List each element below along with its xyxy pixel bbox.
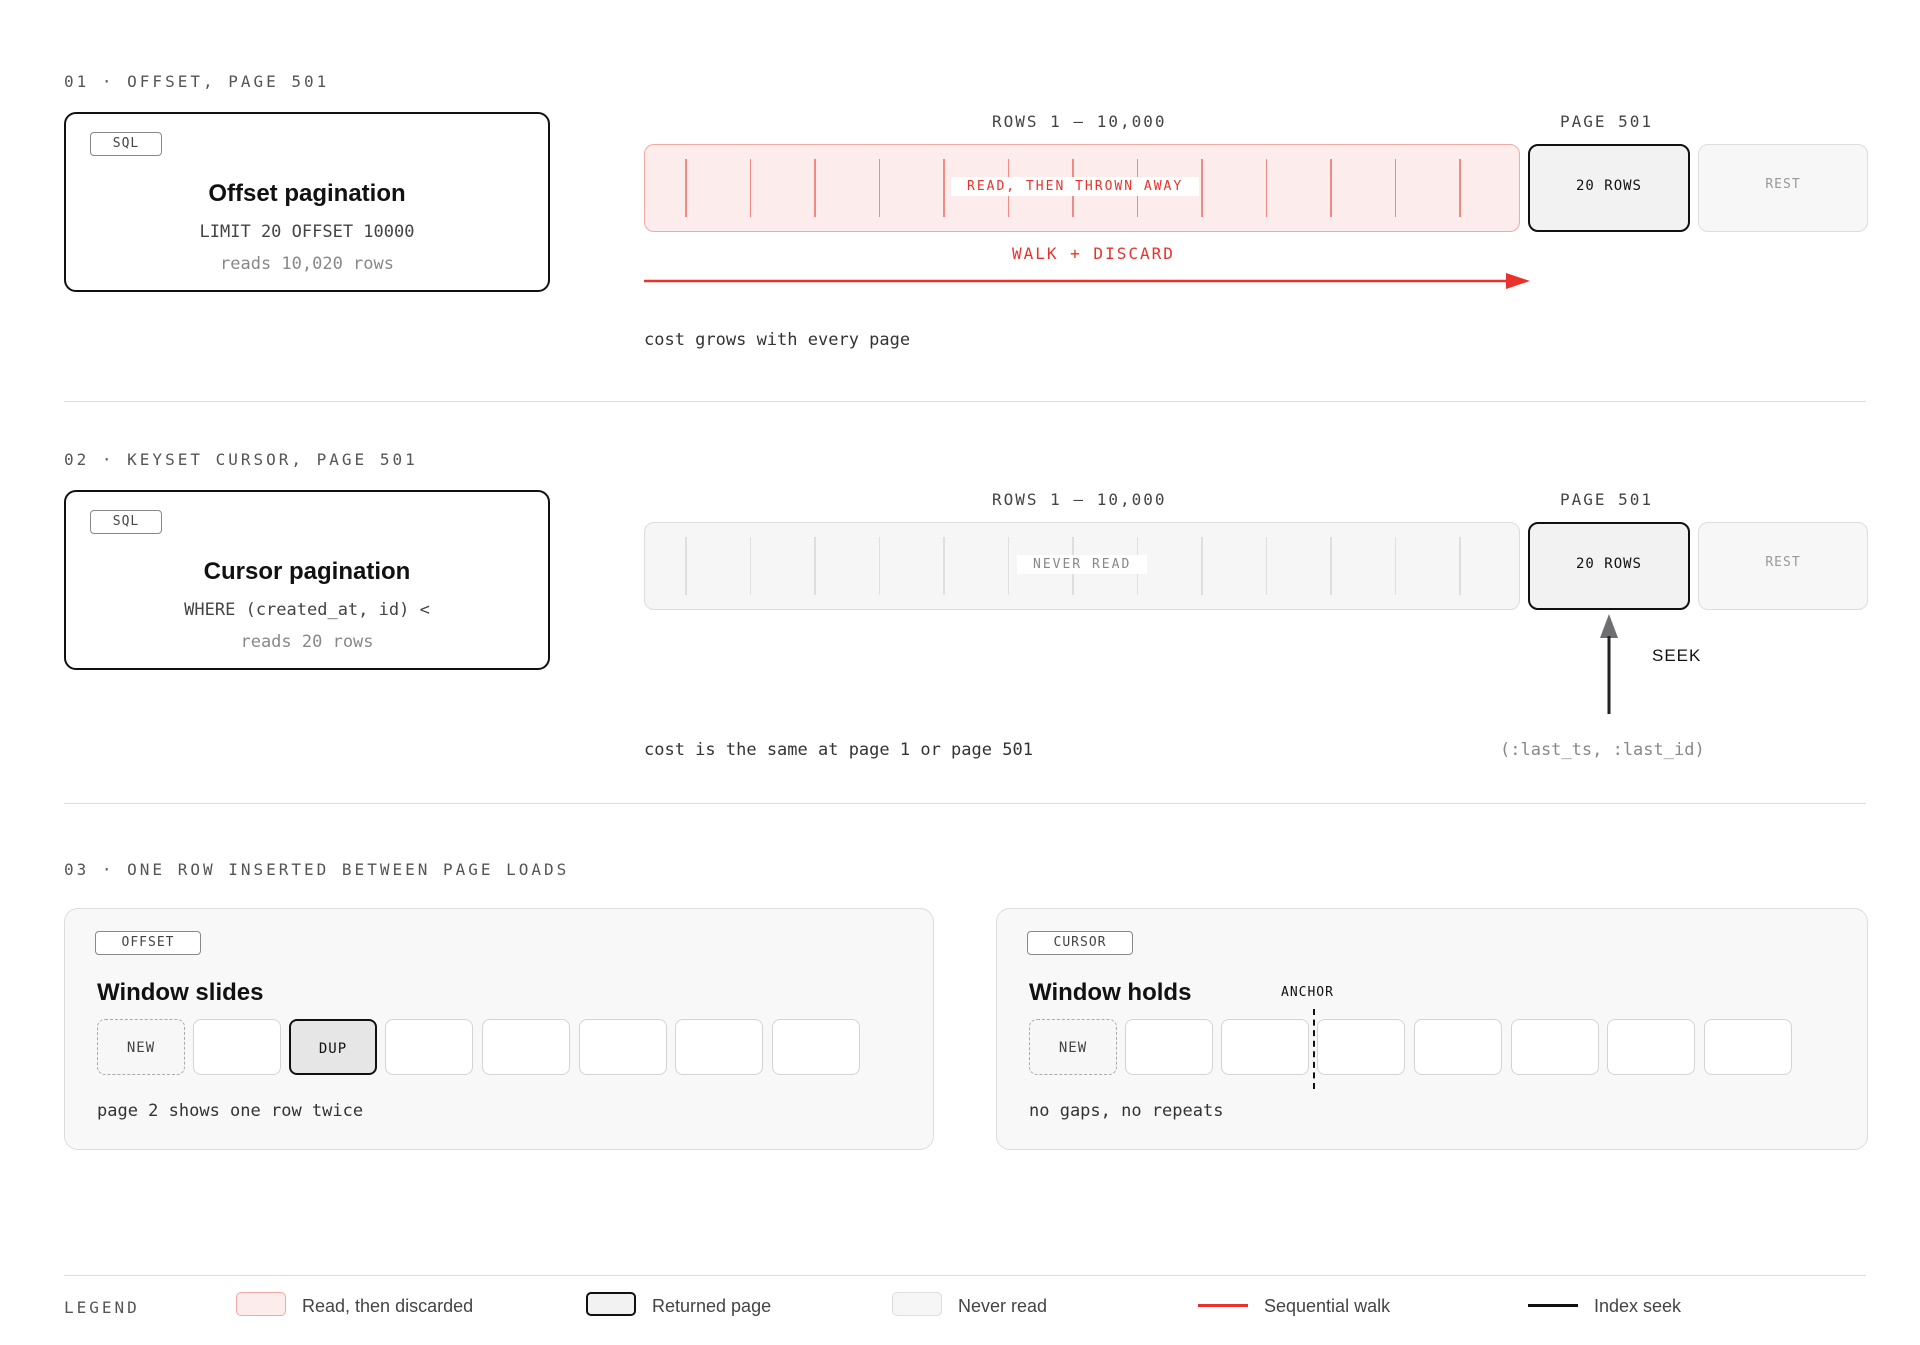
anchor-label: ANCHOR (1281, 985, 1334, 1000)
bar-label: NEVER READ (1017, 555, 1148, 574)
page-cell-label: 20 ROWS (1575, 178, 1642, 194)
row-tick (1394, 537, 1396, 595)
row-tick (749, 537, 751, 595)
row-tick (1201, 159, 1203, 217)
row-cell (1414, 1019, 1502, 1075)
row-tick (1330, 537, 1332, 595)
legend-title: LEGEND (64, 1298, 140, 1317)
section-cursor-title: 02 · KEYSET CURSOR, PAGE 501 (64, 450, 418, 469)
row-cell (193, 1019, 281, 1075)
rest-label: REST (1765, 177, 1801, 192)
sql-query: WHERE (created_at, id) < (184, 600, 430, 620)
legend-divider (64, 1275, 1866, 1276)
rest-cell: REST (1698, 522, 1868, 610)
row-cell (1704, 1019, 1792, 1075)
row-tick (814, 159, 816, 217)
cursor-tag: CURSOR (1027, 931, 1133, 955)
row-cell (1221, 1019, 1309, 1075)
row-tick (1201, 537, 1203, 595)
sequential-walk-arrow (644, 273, 1530, 289)
offset-caption: cost grows with every page (644, 330, 911, 350)
never-read-bar: NEVER READ (644, 522, 1520, 610)
row-tick (943, 537, 945, 595)
rows-read: reads 10,020 rows (220, 254, 394, 274)
new-row-cell: NEW (97, 1019, 185, 1075)
legend-line-sequential-walk (1198, 1304, 1248, 1307)
cursor-params: (:last_ts, :last_id) (1500, 740, 1705, 760)
page-label: PAGE 501 (1560, 490, 1654, 509)
row-tick (878, 159, 880, 217)
row-cell (1511, 1019, 1599, 1075)
row-tick (685, 159, 687, 217)
anchor-marker (1313, 1009, 1315, 1089)
cursor-caption: cost is the same at page 1 or page 501 (644, 740, 1033, 760)
new-row-cell: NEW (1029, 1019, 1117, 1075)
sql-tag: SQL (90, 132, 162, 156)
section-offset-title: 01 · OFFSET, PAGE 501 (64, 72, 330, 91)
legend-label-never-read: Never read (958, 1296, 1048, 1316)
row-tick (1459, 537, 1461, 595)
legend-swatch-never-read (892, 1292, 942, 1316)
legend-label-index-seek: Index seek (1594, 1296, 1682, 1316)
row-tick (1330, 159, 1332, 217)
rest-label: REST (1765, 555, 1801, 570)
panel-caption: page 2 shows one row twice (97, 1101, 364, 1121)
sql-tag: SQL (90, 510, 162, 534)
walk-label: WALK + DISCARD (1012, 244, 1175, 263)
row-cell (579, 1019, 667, 1075)
row-tick (878, 537, 880, 595)
card-title: Cursor pagination (203, 558, 411, 585)
row-cell (675, 1019, 763, 1075)
row-tick (749, 159, 751, 217)
offset-sql-card: SQL Offset pagination LIMIT 20 OFFSET 10… (64, 112, 550, 292)
section-insert-title: 03 · ONE ROW INSERTED BETWEEN PAGE LOADS (64, 860, 570, 879)
row-tick (1394, 159, 1396, 217)
discarded-rows-bar: READ, THEN THROWN AWAY (644, 144, 1520, 232)
section-divider (64, 803, 1866, 804)
legend-label-discarded: Read, then discarded (302, 1296, 474, 1316)
row-tick (814, 537, 816, 595)
sql-query: LIMIT 20 OFFSET 10000 (199, 222, 415, 242)
rows-range-label: ROWS 1 – 10,000 (992, 112, 1167, 131)
row-tick (685, 537, 687, 595)
legend-label-returned: Returned page (652, 1296, 772, 1316)
seek-label: SEEK (1652, 646, 1702, 665)
duplicate-row-cell: DUP (289, 1019, 377, 1075)
cursor-sql-card: SQL Cursor pagination WHERE (created_at,… (64, 490, 550, 670)
rows-range-label: ROWS 1 – 10,000 (992, 490, 1167, 509)
row-cell (1607, 1019, 1695, 1075)
panel-title: Window holds (1029, 979, 1192, 1006)
offset-tag: OFFSET (95, 931, 201, 955)
row-tick (1265, 159, 1267, 217)
index-seek-arrow (1600, 614, 1618, 714)
row-cell (385, 1019, 473, 1075)
legend-swatch-discarded (236, 1292, 286, 1316)
legend-swatch-returned (586, 1292, 636, 1316)
panel-caption: no gaps, no repeats (1029, 1101, 1224, 1121)
row-cell (482, 1019, 570, 1075)
section-divider (64, 401, 1866, 402)
bar-label: READ, THEN THROWN AWAY (951, 177, 1200, 196)
offset-window-panel: OFFSET Window slides NEW DUP page 2 show… (64, 908, 934, 1150)
panel-title: Window slides (97, 979, 264, 1006)
page-label: PAGE 501 (1560, 112, 1654, 131)
rows-read: reads 20 rows (240, 632, 374, 652)
cursor-window-panel: CURSOR Window holds ANCHOR NEW no gaps, … (996, 908, 1868, 1150)
row-cell (772, 1019, 860, 1075)
rest-cell: REST (1698, 144, 1868, 232)
returned-page-cell: 20 ROWS (1528, 144, 1690, 232)
legend-label-sequential-walk: Sequential walk (1264, 1296, 1391, 1316)
row-tick (1007, 537, 1009, 595)
row-cell (1125, 1019, 1213, 1075)
card-title: Offset pagination (208, 180, 406, 207)
row-tick (943, 159, 945, 217)
row-cell (1317, 1019, 1405, 1075)
legend-line-index-seek (1528, 1304, 1578, 1307)
row-tick (1265, 537, 1267, 595)
row-tick (1459, 159, 1461, 217)
page-cell-label: 20 ROWS (1575, 556, 1642, 572)
returned-page-cell: 20 ROWS (1528, 522, 1690, 610)
